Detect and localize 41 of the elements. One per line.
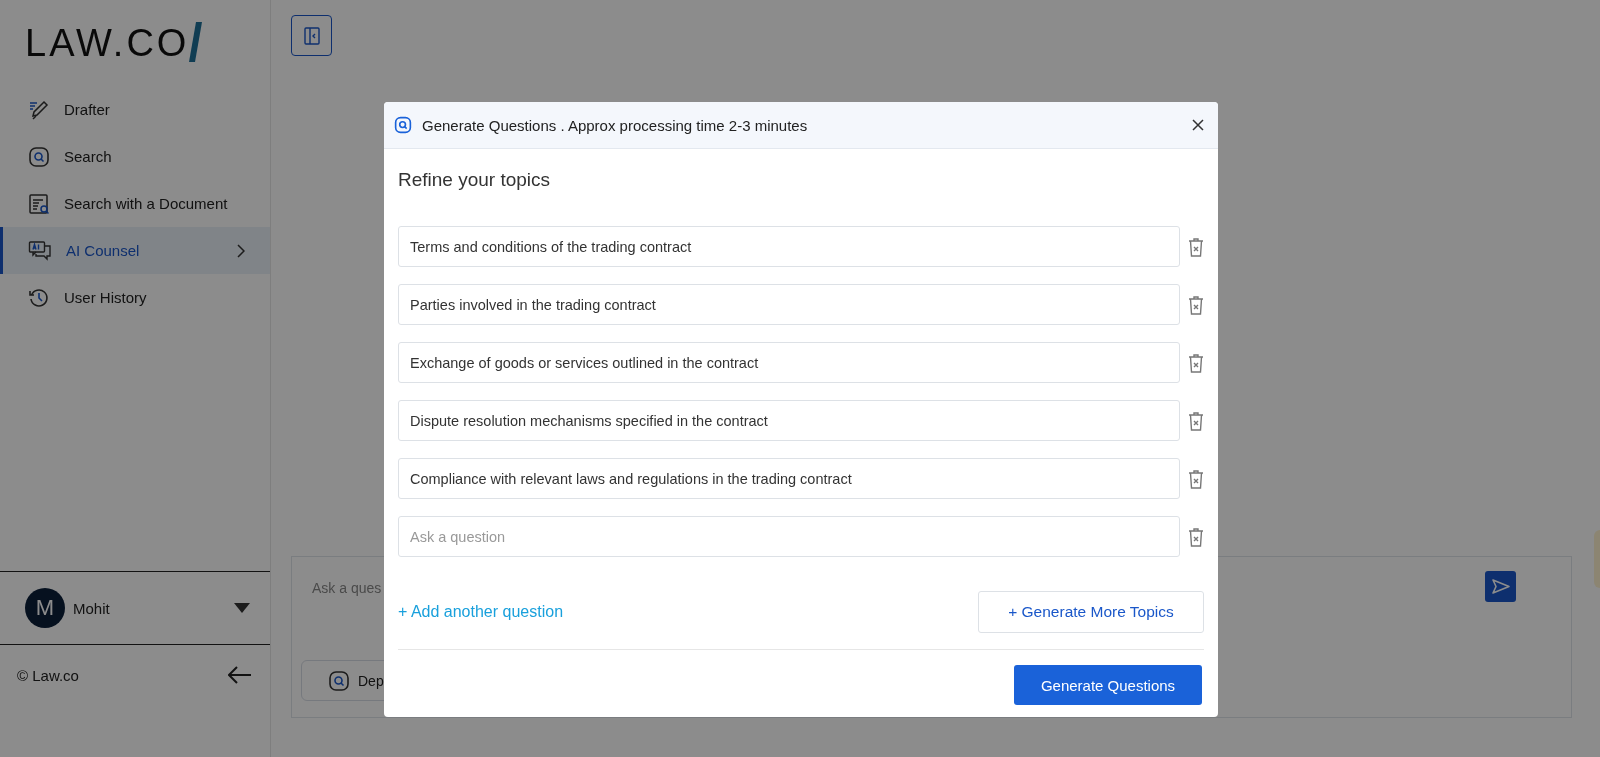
delete-icon[interactable]	[1188, 352, 1204, 373]
delete-icon[interactable]	[1188, 526, 1204, 547]
close-icon[interactable]	[1192, 119, 1204, 131]
logo-slash-icon	[189, 22, 204, 62]
search-icon	[28, 145, 50, 168]
topic-field[interactable]: Exchange of goods or services outlined in the contract	[398, 342, 1180, 383]
generate-more-topics-button[interactable]: + Generate More Topics	[978, 591, 1204, 633]
document-search-icon	[28, 192, 50, 215]
back-arrow-icon[interactable]	[228, 666, 252, 684]
user-avatar[interactable]: M	[25, 588, 65, 628]
topic-field[interactable]: Dispute resolution mechanisms specified in the contract	[398, 400, 1180, 441]
delete-icon[interactable]	[1188, 294, 1204, 315]
history-icon	[28, 286, 50, 309]
logo-text: LAW.CO	[25, 24, 190, 62]
search-icon	[328, 669, 350, 692]
sidebar-item[interactable]: Search with a Document	[0, 180, 270, 227]
sidebar-item[interactable]: Search	[0, 133, 270, 180]
copyright-text: © Law.co	[17, 666, 79, 684]
sidebar-item[interactable]: Drafter	[0, 86, 270, 133]
delete-icon[interactable]	[1188, 410, 1204, 431]
panel-collapse-icon	[303, 26, 320, 45]
sidebar-item[interactable]: AI Counsel	[0, 227, 270, 274]
topic-field[interactable]: Terms and conditions of the trading contract	[398, 226, 1180, 267]
modal-heading: Refine your topics	[398, 169, 552, 191]
generate-questions-button[interactable]: Generate Questions	[1014, 665, 1202, 705]
chat-placeholder: Ask a ques	[312, 580, 382, 596]
pen-icon	[28, 98, 50, 121]
user-name: Mohit	[73, 599, 111, 617]
delete-icon[interactable]	[1188, 236, 1204, 257]
topic-field[interactable]: Parties involved in the trading contract	[398, 284, 1180, 325]
sidebar-toggle-button[interactable]	[291, 15, 332, 56]
topic-field[interactable]: Compliance with relevant laws and regulations in the trading contract	[398, 458, 1180, 499]
dropdown-caret-icon[interactable]	[234, 603, 250, 613]
sidebar-item[interactable]: User History	[0, 274, 270, 321]
delete-icon[interactable]	[1188, 468, 1204, 489]
topic-field[interactable]: Ask a question	[398, 516, 1180, 557]
search-icon	[394, 116, 412, 134]
chat-bubbles-icon	[28, 239, 52, 262]
add-question-link[interactable]: + Add another question	[398, 603, 564, 621]
modal-title: Generate Questions . Approx processing time 2-3 minutes	[422, 116, 809, 134]
send-icon[interactable]	[1485, 571, 1516, 602]
